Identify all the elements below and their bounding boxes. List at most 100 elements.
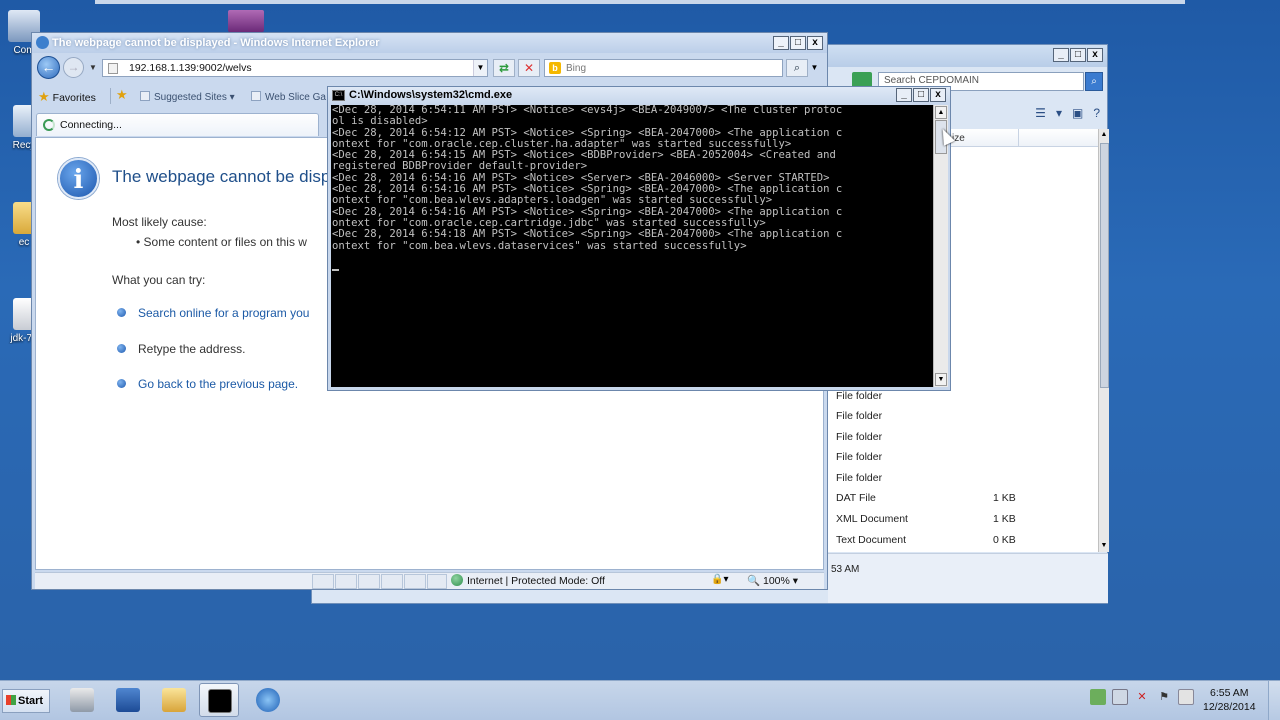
internet-explorer-icon <box>256 688 280 712</box>
maximize-button[interactable]: □ <box>913 88 929 102</box>
star-icon: ★ <box>38 89 50 104</box>
error-title: The webpage cannot be displ <box>112 167 335 186</box>
server-manager-icon <box>70 688 94 712</box>
explorer-window-controls: _ □ x <box>1053 48 1103 62</box>
search-options-dropdown-icon[interactable]: ▼ <box>809 59 820 77</box>
bullet-icon <box>117 308 126 317</box>
search-input[interactable]: Bing <box>566 63 586 74</box>
forward-button[interactable]: → <box>63 57 84 78</box>
fav-item-web-slice[interactable]: Web Slice Ga <box>251 91 326 103</box>
stop-button[interactable]: ✕ <box>518 59 540 77</box>
bullet-icon <box>117 379 126 388</box>
page-icon <box>108 63 118 74</box>
explorer-details-pane: 53 AM <box>828 553 1108 603</box>
ie-titlebar[interactable]: The webpage cannot be displayed - Window… <box>32 33 827 53</box>
search-box[interactable]: b Bing <box>544 59 783 77</box>
console-line: ontext for "com.bea.wlevs.dataservices" … <box>332 239 747 252</box>
preview-pane-icon[interactable]: ▣ <box>1072 106 1083 120</box>
action-center-icon[interactable] <box>1090 689 1106 705</box>
clock-date: 12/28/2014 <box>1203 701 1256 713</box>
security-lock-icon[interactable]: 🔒▾ <box>711 574 728 585</box>
zoom-control[interactable]: 🔍 100% ▾ <box>747 574 798 587</box>
view-dropdown-icon[interactable]: ▾ <box>1056 106 1062 120</box>
close-button[interactable]: x <box>930 88 946 102</box>
network-icon[interactable] <box>1112 689 1128 705</box>
address-input[interactable]: 192.168.1.139:9002/welvs <box>129 62 252 74</box>
scroll-down-icon[interactable]: ▼ <box>935 373 947 386</box>
cmd-window: C:\ C:\Windows\system32\cmd.exe _ □ x <D… <box>327 86 951 391</box>
scroll-up-icon[interactable]: ▲ <box>935 106 947 119</box>
console-prompt-line <box>332 263 933 274</box>
clock[interactable]: 6:55 AM 12/28/2014 <box>1203 686 1256 714</box>
minimize-button[interactable]: _ <box>1053 48 1069 62</box>
list-item[interactable]: XML Document 1 KB <box>836 510 1096 530</box>
fav-item-suggested-sites[interactable]: Suggested Sites ▾ <box>140 91 235 103</box>
explorer-folder-icon <box>162 688 186 712</box>
status-segment <box>404 574 426 589</box>
view-options-icon[interactable]: ☰ <box>1035 106 1046 120</box>
back-button[interactable]: ← <box>37 56 60 79</box>
powershell-icon <box>116 688 140 712</box>
search-icon[interactable]: ⌕ <box>1085 72 1103 91</box>
console-line: ol is disabled> <box>332 115 428 128</box>
address-dropdown-icon[interactable]: ▼ <box>473 60 487 76</box>
explorer-scrollbar[interactable]: ▲ ▼ <box>1098 129 1109 552</box>
favorites-button[interactable]: ★ Favorites <box>38 89 96 105</box>
console-empty-line <box>332 252 933 263</box>
taskbar-server-manager[interactable] <box>62 683 102 717</box>
winrar-icon[interactable] <box>228 10 264 32</box>
page-icon <box>251 91 261 101</box>
taskbar-internet-explorer[interactable] <box>248 683 288 717</box>
maximize-button[interactable]: □ <box>790 36 806 50</box>
cmd-icon <box>208 689 232 713</box>
status-bar: Internet | Protected Mode: Off 🔒▾ 🔍 100%… <box>35 572 824 589</box>
column-separator[interactable] <box>1018 129 1019 146</box>
cmd-scrollbar[interactable]: ▲ ▼ <box>933 105 948 387</box>
tray-app-icon[interactable] <box>1178 689 1194 705</box>
search-online-link[interactable]: Search online for a program you <box>138 306 309 320</box>
list-item[interactable]: File folder <box>836 469 1096 489</box>
minimize-button[interactable]: _ <box>896 88 912 102</box>
list-item[interactable]: File folder <box>836 428 1096 448</box>
add-favorite-icon[interactable]: ★ <box>116 87 128 103</box>
scroll-down-icon[interactable]: ▼ <box>1099 540 1109 552</box>
recent-pages-dropdown-icon[interactable]: ▼ <box>89 63 97 72</box>
taskbar: Start ✕ ⚑ 6:55 AM 12/28/2014 <box>0 680 1280 720</box>
maximize-button[interactable]: □ <box>1070 48 1086 62</box>
taskbar-explorer[interactable] <box>154 683 194 717</box>
go-back-link[interactable]: Go back to the previous page. <box>138 377 298 391</box>
system-tray: ✕ ⚑ <box>1090 689 1194 705</box>
ie-logo-icon <box>36 36 49 49</box>
scroll-up-icon[interactable]: ▲ <box>1099 129 1109 141</box>
console-line: <Dec 28, 2014 6:54:18 AM PST> <Notice> <… <box>332 228 843 241</box>
show-desktop-button[interactable] <box>1268 681 1280 720</box>
start-button[interactable]: Start <box>2 689 50 713</box>
list-item[interactable]: File folder <box>836 448 1096 468</box>
status-segment <box>335 574 357 589</box>
close-button[interactable]: x <box>807 36 823 50</box>
security-zone[interactable]: Internet | Protected Mode: Off <box>451 574 605 587</box>
help-icon[interactable]: ? <box>1093 106 1100 120</box>
list-item[interactable]: DAT File 1 KB <box>836 489 1096 509</box>
clock-time: 6:55 AM <box>1210 687 1249 699</box>
status-segment <box>427 574 447 589</box>
taskbar-cmd[interactable] <box>199 683 239 717</box>
flag-icon[interactable]: ⚑ <box>1156 689 1172 705</box>
volume-icon[interactable]: ✕ <box>1134 689 1150 705</box>
console-output[interactable]: <Dec 28, 2014 6:54:11 AM PST> <Notice> <… <box>331 105 933 387</box>
cmd-titlebar[interactable]: C:\ C:\Windows\system32\cmd.exe <box>328 87 950 104</box>
list-item[interactable]: File folder <box>836 407 1096 427</box>
cmd-window-controls: _ □ x <box>896 88 946 102</box>
search-button[interactable]: ⌕ <box>786 59 808 77</box>
tab-current[interactable]: Connecting... <box>36 113 319 136</box>
refresh-button[interactable]: ⇄ <box>493 59 515 77</box>
internet-zone-icon <box>451 574 463 586</box>
windows-logo-icon <box>6 695 16 705</box>
address-bar[interactable]: 192.168.1.139:9002/welvs ▼ <box>102 59 488 77</box>
taskbar-powershell[interactable] <box>108 683 148 717</box>
minimize-button[interactable]: _ <box>773 36 789 50</box>
window-title: C:\Windows\system32\cmd.exe <box>349 89 513 101</box>
scroll-thumb[interactable] <box>1100 143 1109 388</box>
close-button[interactable]: x <box>1087 48 1103 62</box>
list-item[interactable]: Text Document 0 KB <box>836 531 1096 551</box>
